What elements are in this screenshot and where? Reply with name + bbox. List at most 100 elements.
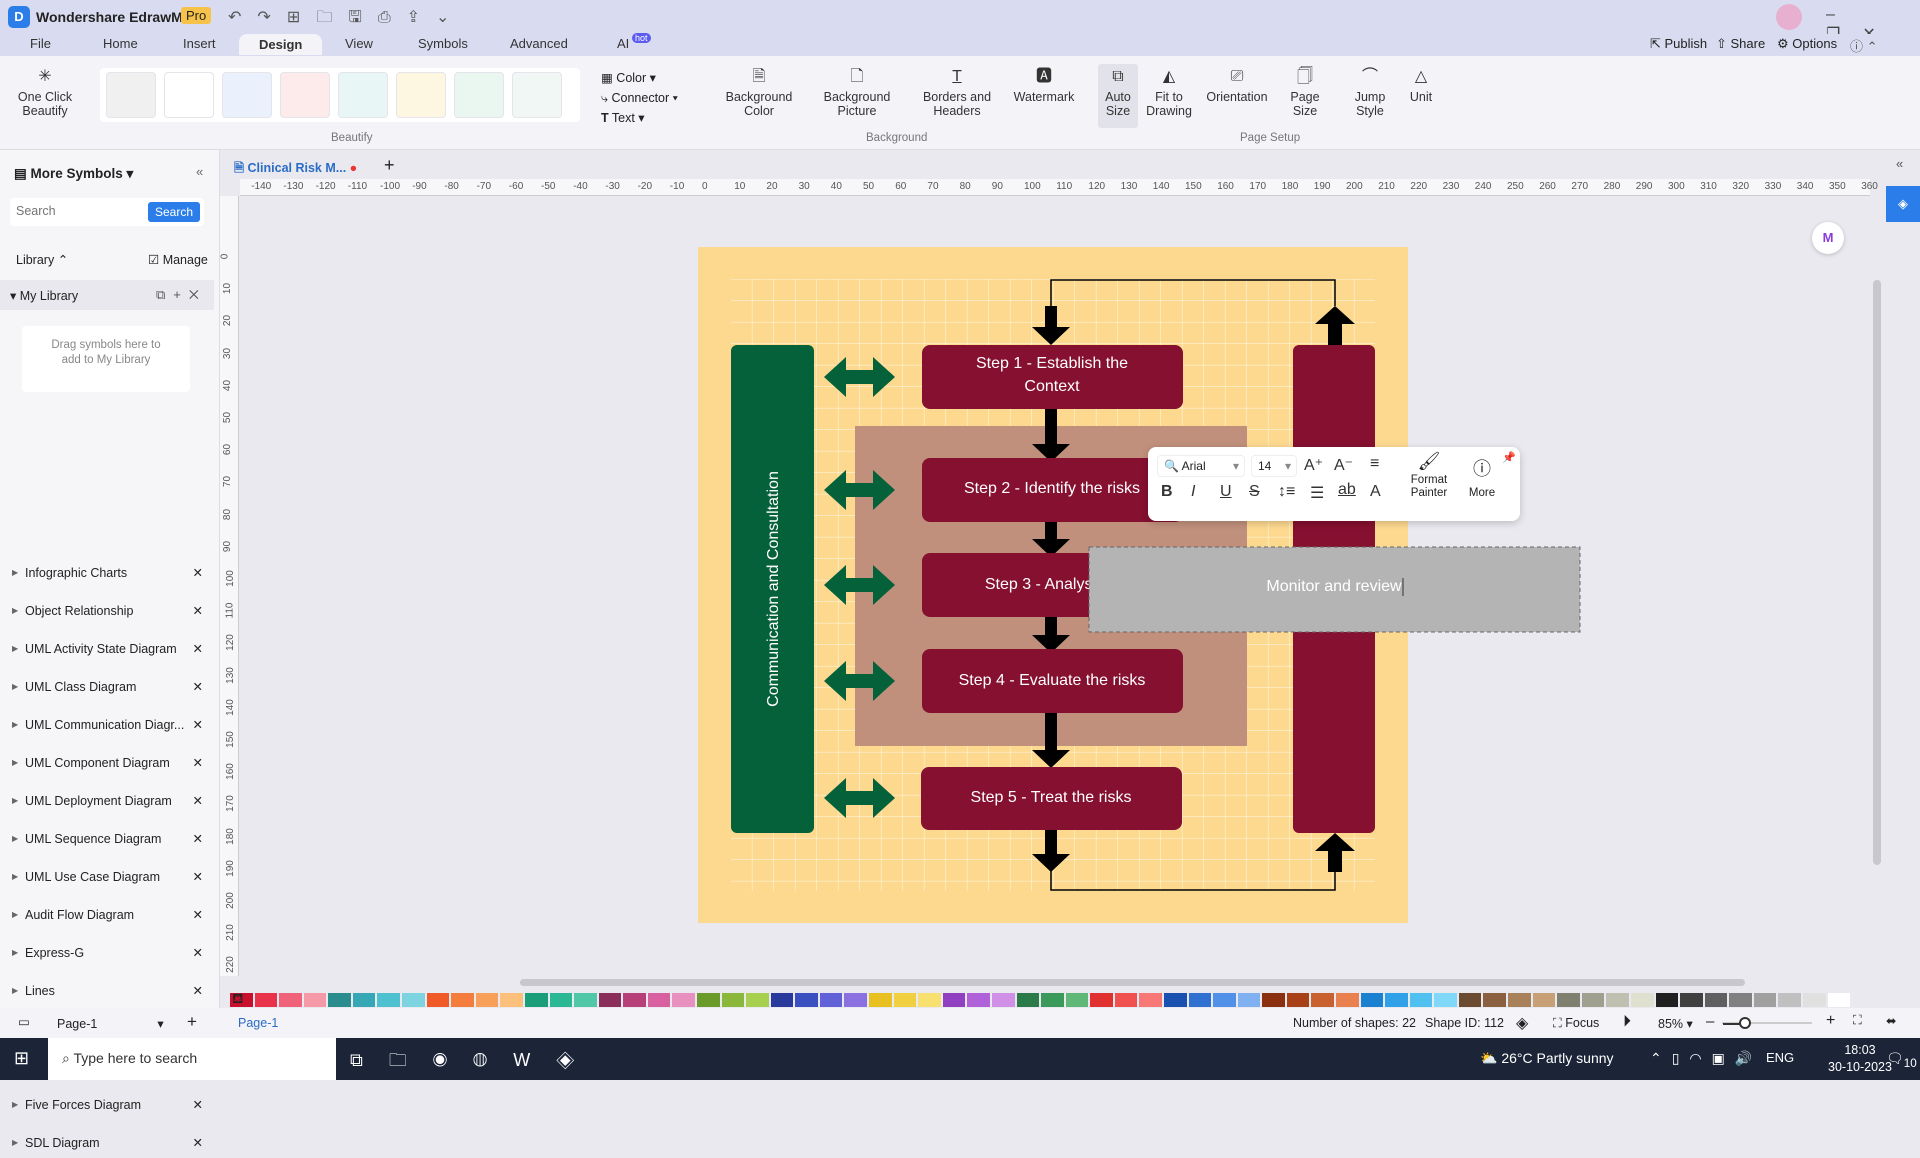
text-highlight-icon[interactable]: ab [1338, 481, 1356, 499]
zoom-out-button[interactable]: – [1706, 1013, 1714, 1030]
palette-swatch[interactable] [869, 993, 892, 1007]
palette-swatch[interactable] [1262, 993, 1285, 1007]
strikethrough-icon[interactable]: S [1249, 483, 1260, 501]
font-color-icon[interactable]: A [1370, 483, 1381, 501]
palette-swatch[interactable] [279, 993, 302, 1007]
palette-swatch[interactable] [918, 993, 941, 1007]
palette-swatch[interactable] [696, 993, 720, 1007]
page-select[interactable]: Page-1 ▾ [57, 1016, 164, 1031]
palette-swatch[interactable] [1581, 993, 1605, 1007]
palette-swatch[interactable] [254, 993, 278, 1007]
palette-swatch[interactable] [1458, 993, 1482, 1007]
palette-swatch[interactable] [1729, 993, 1752, 1007]
palette-swatch[interactable] [844, 993, 868, 1007]
focus-button[interactable]: ⛶ Focus [1553, 1016, 1599, 1031]
align-icon[interactable]: ≡ [1370, 455, 1379, 473]
palette-swatch[interactable] [942, 993, 966, 1007]
palette-swatch[interactable] [1065, 993, 1089, 1007]
more-button[interactable]: ⓘ More [1462, 455, 1502, 499]
palette-swatch[interactable] [1163, 993, 1187, 1007]
zoom-in-button[interactable]: + [1826, 1012, 1835, 1030]
palette-swatch[interactable] [1041, 993, 1064, 1007]
palette-swatch[interactable] [1753, 993, 1777, 1007]
font-family-select[interactable]: 🔍 Arial ▾ [1157, 455, 1245, 477]
palette-swatch[interactable] [328, 993, 351, 1007]
bullet-list-icon[interactable]: ☰ [1310, 483, 1324, 503]
increase-font-icon[interactable]: A⁺ [1304, 455, 1323, 475]
fit-width-icon[interactable]: ⬌ [1886, 1013, 1896, 1028]
palette-swatch[interactable] [1237, 993, 1261, 1007]
palette-swatch[interactable] [819, 993, 843, 1007]
palette-swatch[interactable] [1483, 993, 1507, 1007]
palette-swatch[interactable] [524, 993, 548, 1007]
palette-swatch[interactable] [1704, 993, 1728, 1007]
palette-swatch[interactable] [426, 993, 450, 1007]
weather[interactable]: ⛅ 26°C Partly sunny [1480, 1050, 1614, 1067]
pin-icon[interactable]: 📌 [1502, 451, 1516, 464]
palette-swatch[interactable] [1188, 993, 1212, 1007]
italic-icon[interactable]: I [1191, 483, 1195, 501]
palette-swatch[interactable] [1508, 993, 1531, 1007]
palette-swatch[interactable] [1803, 993, 1826, 1007]
palette-swatch[interactable] [746, 993, 769, 1007]
palette-swatch[interactable] [1090, 993, 1113, 1007]
palette-swatch[interactable] [795, 993, 818, 1007]
palette-swatch[interactable] [1409, 993, 1433, 1007]
taskbar-apps[interactable]: ⧉🗀◉◍W◈ [350, 1048, 600, 1078]
notifications-icon[interactable]: 🗨10 [1886, 1050, 1917, 1070]
palette-swatch[interactable] [1606, 993, 1629, 1007]
palette-swatch[interactable] [549, 993, 573, 1007]
palette-swatch[interactable] [1336, 993, 1359, 1007]
format-painter-button[interactable]: 🖌 Format Painter [1404, 452, 1454, 500]
close-icon[interactable]: ✕ [193, 1090, 203, 1120]
fullscreen-icon[interactable]: ⛶ [1853, 1013, 1862, 1028]
palette-swatch[interactable] [1360, 993, 1384, 1007]
underline-icon[interactable]: U [1220, 483, 1232, 501]
font-size-select[interactable]: 14 ▾ [1251, 455, 1297, 477]
palette-swatch[interactable] [647, 993, 671, 1007]
palette-swatch[interactable] [1016, 993, 1040, 1007]
tray-icons[interactable]: ⌃▯◠▣🔊 [1650, 1050, 1762, 1067]
library-item[interactable]: ▶ SDL Diagram ✕ [0, 1128, 215, 1158]
palette-swatch[interactable] [598, 993, 622, 1007]
palette-swatch[interactable] [352, 993, 376, 1007]
palette-swatch[interactable] [1286, 993, 1310, 1007]
palette-swatch[interactable] [1139, 993, 1162, 1007]
palette-swatch[interactable] [1434, 993, 1457, 1007]
palette-swatch[interactable] [451, 993, 474, 1007]
palette-swatch[interactable] [1557, 993, 1580, 1007]
fill-bucket-icon[interactable]: ⛾ [232, 990, 243, 1009]
palette-swatch[interactable] [672, 993, 695, 1007]
palette-swatch[interactable] [500, 993, 523, 1007]
palette-swatch[interactable] [721, 993, 745, 1007]
decrease-font-icon[interactable]: A⁻ [1334, 455, 1353, 475]
line-spacing-icon[interactable]: ↕≡ [1278, 483, 1295, 501]
library-item[interactable]: ▶ Five Forces Diagram ✕ [0, 1090, 215, 1120]
palette-swatch[interactable] [770, 993, 794, 1007]
close-icon[interactable]: ✕ [193, 1128, 203, 1158]
palette-swatch[interactable] [1827, 993, 1851, 1007]
zoom-slider[interactable] [1722, 1017, 1812, 1029]
monitor-review-text[interactable]: Monitor and review [1266, 578, 1402, 595]
windows-start-icon[interactable]: ⊞ [14, 1048, 29, 1069]
palette-swatch[interactable] [1680, 993, 1703, 1007]
language[interactable]: ENG [1766, 1050, 1794, 1065]
palette-swatch[interactable] [574, 993, 597, 1007]
palette-swatch[interactable] [475, 993, 499, 1007]
palette-swatch[interactable] [1114, 993, 1138, 1007]
palette-swatch[interactable] [1655, 993, 1679, 1007]
palette-swatch[interactable] [1532, 993, 1556, 1007]
palette-swatch[interactable] [377, 993, 401, 1007]
clock[interactable]: 18:03 30-10-2023 [1828, 1042, 1892, 1076]
palette-swatch[interactable] [1311, 993, 1335, 1007]
zoom-slider-thumb[interactable] [1739, 1017, 1751, 1029]
palette-swatch[interactable] [1213, 993, 1236, 1007]
page-tab[interactable]: Page-1 [238, 1016, 278, 1030]
palette-swatch[interactable] [402, 993, 425, 1007]
palette-swatch[interactable] [967, 993, 990, 1007]
palette-swatch[interactable] [1630, 993, 1654, 1007]
palette-swatch[interactable] [991, 993, 1015, 1007]
palette-swatch[interactable] [1385, 993, 1408, 1007]
play-icon[interactable]: ⏵ [1623, 1013, 1631, 1031]
layers-icon[interactable]: ◈ [1516, 1013, 1528, 1033]
